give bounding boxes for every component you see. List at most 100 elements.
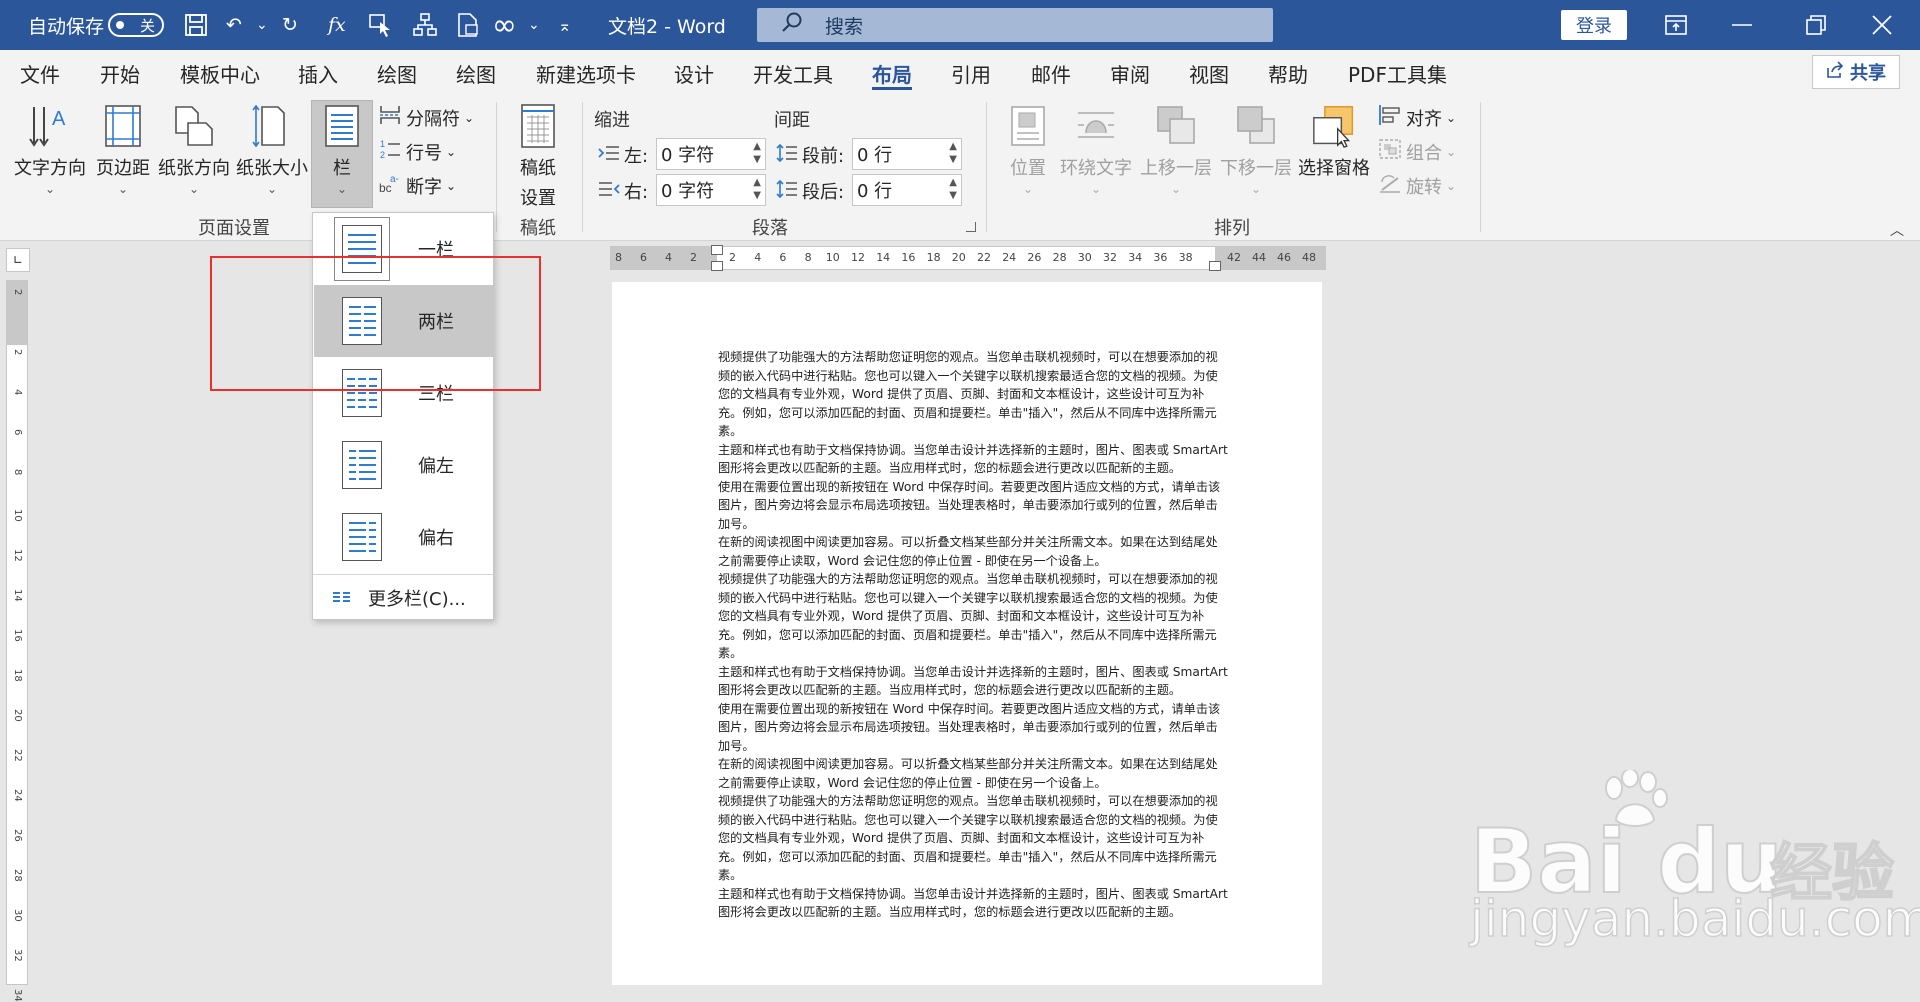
rotate-button[interactable]: 旋转 ⌄ xyxy=(1378,172,1456,199)
position-button[interactable]: 位置 ⌄ xyxy=(1006,102,1050,196)
first-line-indent-marker[interactable] xyxy=(711,245,723,255)
column-option-left[interactable]: 偏左 xyxy=(314,429,494,501)
infinity-icon[interactable]: ∞ xyxy=(492,0,517,50)
tab-design[interactable]: 设计 xyxy=(674,50,714,96)
document-page[interactable]: 视频提供了功能强大的方法帮助您证明您的观点。当您单击联机视频时，可以在想要添加的… xyxy=(612,282,1322,985)
login-button[interactable]: 登录 xyxy=(1561,10,1627,40)
send-backward-button[interactable]: 下移一层 ⌄ xyxy=(1220,102,1292,196)
collapse-ribbon-icon[interactable]: ︿ xyxy=(1890,220,1904,240)
tab-review[interactable]: 审阅 xyxy=(1110,50,1150,96)
right-column-icon xyxy=(342,513,382,561)
search-box[interactable]: 搜索 xyxy=(757,8,1273,42)
margins-button[interactable]: 页边距 ⌄ xyxy=(96,102,150,196)
tab-draw-1[interactable]: 绘图 xyxy=(377,50,417,96)
breaks-button[interactable]: 分隔符 ⌄ xyxy=(378,104,474,131)
undo-dropdown-icon[interactable]: ⌄ xyxy=(256,0,268,50)
orientation-button[interactable]: 纸张方向 ⌄ xyxy=(158,102,230,196)
spin-arrows-icon[interactable]: ▲ ▼ xyxy=(949,140,957,166)
columns-button-content[interactable]: 栏 ⌄ xyxy=(320,102,364,196)
minimize-icon[interactable] xyxy=(1712,0,1772,50)
document-paragraph[interactable]: 视频提供了功能强大的方法帮助您证明您的观点。当您单击联机视频时，可以在想要添加的… xyxy=(718,570,1228,663)
tab-developer[interactable]: 开发工具 xyxy=(753,50,833,96)
document-paragraph[interactable]: 在新的阅读视图中阅读更加容易。可以折叠文档某些部分并关注所需文本。如果在达到结尾… xyxy=(718,755,1228,792)
document-paragraph[interactable]: 主题和样式也有助于文档保持协调。当您单击设计并选择新的主题时，图片、图表或 Sm… xyxy=(718,885,1228,922)
fx-icon[interactable]: fx xyxy=(328,0,346,50)
text-direction-label: 文字方向 xyxy=(14,158,86,179)
spacing-before-input[interactable]: 0 行 ▲ ▼ xyxy=(852,138,962,170)
indent-left-input[interactable]: 0 字符 ▲ ▼ xyxy=(656,138,766,170)
chevron-down-icon: ⌄ xyxy=(117,182,129,196)
document-paragraph[interactable]: 使用在需要位置出现的新按钮在 Word 中保存时间。若要更改图片适应文档的方式，… xyxy=(718,478,1228,534)
document-paragraph[interactable]: 主题和样式也有助于文档保持协调。当您单击设计并选择新的主题时，图片、图表或 Sm… xyxy=(718,663,1228,700)
tab-selector-icon[interactable]: ∟ xyxy=(6,248,30,272)
close-icon[interactable] xyxy=(1852,0,1912,50)
ruler-tick-label: 32 xyxy=(1103,251,1117,264)
tab-draw-2[interactable]: 绘图 xyxy=(456,50,496,96)
right-indent-marker[interactable] xyxy=(1209,261,1221,271)
tab-insert[interactable]: 插入 xyxy=(298,50,338,96)
tab-template-center[interactable]: 模板中心 xyxy=(180,50,260,96)
document-paragraph[interactable]: 视频提供了功能强大的方法帮助您证明您的观点。当您单击联机视频时，可以在想要添加的… xyxy=(718,348,1228,441)
svg-text:a-: a- xyxy=(390,174,399,185)
more-columns-item[interactable]: 更多栏(C)... xyxy=(333,585,466,611)
document-paragraph[interactable]: 主题和样式也有助于文档保持协调。当您单击设计并选择新的主题时，图片、图表或 Sm… xyxy=(718,441,1228,478)
ribbon-display-options-icon[interactable] xyxy=(1646,0,1706,50)
redo-icon[interactable]: ↻ xyxy=(282,0,298,50)
tab-layout[interactable]: 布局 xyxy=(872,50,912,96)
tab-file[interactable]: 文件 xyxy=(20,50,60,96)
customize-qat-icon[interactable]: ⌅ xyxy=(558,0,571,50)
save-icon[interactable] xyxy=(184,0,208,50)
send-backward-label: 下移一层 xyxy=(1220,158,1292,179)
bring-forward-label: 上移一层 xyxy=(1140,158,1212,179)
infinity-dropdown-icon[interactable]: ⌄ xyxy=(528,0,540,50)
text-direction-icon: A xyxy=(28,102,72,150)
selection-pane-button[interactable]: 选择窗格 xyxy=(1298,102,1370,180)
undo-icon[interactable]: ↶ xyxy=(226,0,242,50)
document-paragraph[interactable]: 在新的阅读视图中阅读更加容易。可以折叠文档某些部分并关注所需文本。如果在达到结尾… xyxy=(718,533,1228,570)
share-button[interactable]: 共享 xyxy=(1812,55,1900,89)
tab-pdf-tools[interactable]: PDF工具集 xyxy=(1348,50,1447,96)
tab-home[interactable]: 开始 xyxy=(100,50,140,96)
document-icon[interactable] xyxy=(456,0,480,50)
horizontal-ruler[interactable]: 8 6 4 2 2 4 6 8 10 12 14 16 18 20 22 24 26 28 30 32 34 36 38 42… xyxy=(610,245,1326,271)
indent-right-input[interactable]: 0 字符 ▲ ▼ xyxy=(656,174,766,206)
size-button[interactable]: 纸张大小 ⌄ xyxy=(236,102,308,196)
align-button[interactable]: 对齐 ⌄ xyxy=(1378,104,1456,131)
tab-view[interactable]: 视图 xyxy=(1189,50,1229,96)
touch-mode-icon[interactable] xyxy=(368,0,394,50)
tab-mailings[interactable]: 邮件 xyxy=(1031,50,1071,96)
ruler-tick-label: 42 xyxy=(1227,251,1241,264)
tab-new-tab[interactable]: 新建选项卡 xyxy=(536,50,636,96)
spin-arrows-icon[interactable]: ▲ ▼ xyxy=(753,176,761,202)
tab-help[interactable]: 帮助 xyxy=(1268,50,1308,96)
chevron-down-icon: ⌄ xyxy=(1446,178,1457,193)
hyphenation-button[interactable]: bc a- 断字 ⌄ xyxy=(378,172,456,199)
tab-references[interactable]: 引用 xyxy=(951,50,991,96)
document-paragraph[interactable]: 视频提供了功能强大的方法帮助您证明您的观点。当您单击联机视频时，可以在想要添加的… xyxy=(718,792,1228,885)
group-button[interactable]: 组合 ⌄ xyxy=(1378,138,1456,165)
document-paragraph[interactable]: 使用在需要位置出现的新按钮在 Word 中保存时间。若要更改图片适应文档的方式，… xyxy=(718,700,1228,756)
bring-forward-button[interactable]: 上移一层 ⌄ xyxy=(1140,102,1212,196)
ribbon: A 文字方向 ⌄ 页边距 ⌄ 纸张方向 ⌄ 纸张大小 ⌄ 栏 ⌄ 分隔符 ⌄ 1… xyxy=(0,96,1920,241)
spacing-after-input[interactable]: 0 行 ▲ ▼ xyxy=(852,174,962,206)
chevron-down-icon: ⌄ xyxy=(266,182,278,196)
spin-arrows-icon[interactable]: ▲ ▼ xyxy=(753,140,761,166)
ruler-tick-label: 30 xyxy=(12,909,23,922)
spin-arrows-icon[interactable]: ▲ ▼ xyxy=(949,176,957,202)
text-direction-button[interactable]: A 文字方向 ⌄ xyxy=(14,102,86,196)
autosave-toggle[interactable]: 关 xyxy=(108,13,164,37)
org-chart-icon[interactable] xyxy=(412,0,438,50)
line-numbers-button[interactable]: 12 行号 ⌄ xyxy=(378,138,456,165)
paragraph-dialog-launcher[interactable] xyxy=(966,222,976,232)
left-indent-marker[interactable] xyxy=(711,261,723,271)
ruler-tick-label: 6 xyxy=(12,429,23,436)
restore-icon[interactable] xyxy=(1786,0,1846,50)
manuscript-settings-button[interactable]: 稿纸 设置 xyxy=(516,102,560,210)
column-option-right[interactable]: 偏右 xyxy=(314,501,494,573)
document-body[interactable]: 视频提供了功能强大的方法帮助您证明您的观点。当您单击联机视频时，可以在想要添加的… xyxy=(718,348,1228,922)
autosave-label: 自动保存 xyxy=(28,15,105,38)
wrap-text-button[interactable]: 环绕文字 ⌄ xyxy=(1060,102,1132,196)
vertical-ruler[interactable]: 2 2 4 6 8 10 12 14 16 18 20 22 24 26 28 30 32 34 xyxy=(6,280,28,1002)
wrap-text-icon xyxy=(1074,102,1118,150)
ruler-tick-label: 4 xyxy=(665,251,672,264)
